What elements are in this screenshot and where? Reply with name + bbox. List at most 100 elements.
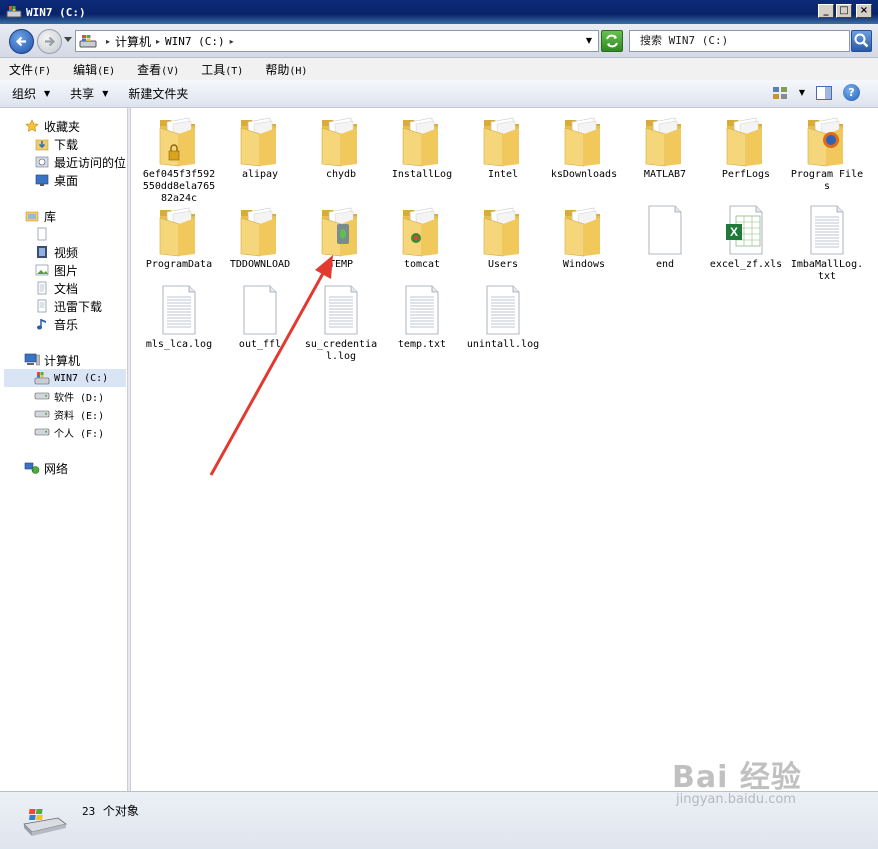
nav-documents[interactable]: 文档 bbox=[34, 279, 78, 297]
nav-libraries[interactable]: 库 bbox=[24, 207, 56, 225]
item-name: Windows bbox=[562, 259, 606, 270]
item-name: excel_zf.xls bbox=[709, 259, 783, 270]
forward-button[interactable] bbox=[37, 29, 62, 54]
item-count: 23 个对象 bbox=[82, 804, 139, 818]
chevron-right-icon[interactable]: ▸ bbox=[156, 37, 160, 46]
file-icon bbox=[238, 284, 282, 336]
view-dropdown-icon[interactable]: ▼ bbox=[799, 88, 805, 97]
hard-drive-icon bbox=[34, 424, 50, 440]
nav-pictures[interactable]: 图片 bbox=[34, 261, 78, 279]
address-dropdown-icon[interactable]: ▼ bbox=[586, 36, 592, 45]
folder-item[interactable]: Intel bbox=[464, 114, 542, 181]
breadcrumb-computer[interactable]: 计算机 bbox=[115, 33, 151, 50]
menu-file[interactable]: 文件(F) bbox=[6, 61, 54, 78]
folder-item[interactable]: 6ef045f3f592550dd8ela76582a24c bbox=[140, 114, 218, 205]
nav-music[interactable]: 音乐 bbox=[34, 315, 78, 333]
star-icon bbox=[24, 118, 40, 134]
maximize-button[interactable]: □ bbox=[836, 4, 852, 18]
menu-tools[interactable]: 工具(T) bbox=[198, 61, 246, 78]
music-icon bbox=[34, 316, 50, 332]
file-item[interactable]: out_ffl bbox=[221, 284, 299, 351]
minimize-button[interactable]: _ bbox=[818, 4, 834, 18]
search-button[interactable] bbox=[851, 30, 872, 52]
file-item[interactable]: unintall.log bbox=[464, 284, 542, 351]
folder-item[interactable]: ksDownloads bbox=[545, 114, 623, 181]
menu-view[interactable]: 查看(V) bbox=[134, 61, 182, 78]
folder-item[interactable]: alipay bbox=[221, 114, 299, 181]
preview-pane-icon bbox=[816, 85, 832, 100]
drive-icon bbox=[6, 6, 22, 18]
folder-item[interactable]: Program Files bbox=[788, 114, 866, 193]
close-button[interactable]: × bbox=[856, 4, 872, 18]
folder-item[interactable]: TDDOWNLOAD bbox=[221, 204, 299, 271]
file-icon bbox=[643, 204, 687, 256]
folder-item[interactable]: Users bbox=[464, 204, 542, 271]
pane-splitter[interactable] bbox=[128, 108, 131, 791]
document-icon bbox=[34, 226, 50, 242]
computer-icon bbox=[24, 352, 40, 368]
nav-network[interactable]: 网络 bbox=[24, 459, 68, 477]
nav-desktop[interactable]: 桌面 bbox=[34, 171, 78, 189]
nav-downloads[interactable]: 下载 bbox=[34, 135, 78, 153]
command-bar: 组织 ▼ 共享 ▼ 新建文件夹 ▼ ? bbox=[0, 80, 878, 108]
nav-videos[interactable]: 视频 bbox=[34, 243, 78, 261]
chevron-right-icon[interactable]: ▸ bbox=[230, 37, 234, 46]
preview-pane-button[interactable] bbox=[815, 85, 833, 101]
item-name: InstallLog bbox=[391, 169, 453, 180]
search-input[interactable]: 搜索 WIN7 (C:) bbox=[629, 30, 850, 52]
item-name: 6ef045f3f592550dd8ela76582a24c bbox=[142, 169, 216, 204]
file-item[interactable]: Xexcel_zf.xls bbox=[707, 204, 785, 271]
folder-item[interactable]: ProgramData bbox=[140, 204, 218, 271]
nav-drive-d[interactable]: 软件 (D:) bbox=[34, 387, 104, 405]
nav-drive-e[interactable]: 资料 (E:) bbox=[34, 405, 104, 423]
refresh-icon bbox=[606, 34, 618, 48]
item-name: Intel bbox=[487, 169, 519, 180]
back-button[interactable] bbox=[9, 29, 34, 54]
address-field[interactable]: ▸ 计算机 ▸ WIN7 (C:) ▸ ▼ bbox=[75, 30, 599, 52]
folder-icon bbox=[805, 114, 849, 167]
folder-icon bbox=[724, 114, 768, 167]
folder-item[interactable]: tomcat bbox=[383, 204, 461, 271]
nav-drive-f[interactable]: 个人 (F:) bbox=[34, 423, 104, 441]
menu-help[interactable]: 帮助(H) bbox=[262, 61, 310, 78]
organize-button[interactable]: 组织 ▼ bbox=[12, 85, 50, 102]
nav-drive-c[interactable]: WIN7 (C:) bbox=[4, 369, 126, 387]
item-name: Program Files bbox=[790, 169, 864, 192]
folder-item[interactable]: MATLAB7 bbox=[626, 114, 704, 181]
history-dropdown-icon[interactable] bbox=[64, 37, 72, 43]
folder-item[interactable]: Windows bbox=[545, 204, 623, 271]
menu-edit[interactable]: 编辑(E) bbox=[70, 61, 118, 78]
documents-icon bbox=[34, 298, 50, 314]
folder-item[interactable]: chydb bbox=[302, 114, 380, 181]
refresh-button[interactable] bbox=[601, 30, 623, 52]
new-folder-button[interactable]: 新建文件夹 bbox=[128, 85, 188, 102]
share-button[interactable]: 共享 ▼ bbox=[70, 85, 108, 102]
item-name: ProgramData bbox=[145, 259, 213, 270]
folder-icon bbox=[481, 114, 525, 167]
nav-library-blank[interactable] bbox=[34, 225, 54, 243]
view-tiles-icon bbox=[772, 86, 787, 99]
chevron-right-icon[interactable]: ▸ bbox=[106, 37, 110, 46]
file-item[interactable]: end bbox=[626, 204, 704, 271]
nav-recent-places[interactable]: 最近访问的位 bbox=[34, 153, 126, 171]
chevron-down-icon: ▼ bbox=[44, 89, 51, 98]
help-icon[interactable]: ? bbox=[843, 84, 860, 101]
file-item[interactable]: ImbaMallLog.txt bbox=[788, 204, 866, 283]
file-item[interactable]: temp.txt bbox=[383, 284, 461, 351]
change-view-button[interactable] bbox=[771, 85, 789, 101]
file-item[interactable]: mls_lca.log bbox=[140, 284, 218, 351]
item-name: Users bbox=[487, 259, 519, 270]
text-file-icon bbox=[319, 284, 363, 336]
nav-thunder-downloads[interactable]: 迅雷下载 bbox=[34, 297, 102, 315]
folder-item[interactable]: InstallLog bbox=[383, 114, 461, 181]
folder-item[interactable]: PerfLogs bbox=[707, 114, 785, 181]
folder-icon bbox=[238, 204, 282, 257]
video-icon bbox=[34, 244, 50, 260]
folder-item[interactable]: TEMP bbox=[302, 204, 380, 271]
download-folder-icon bbox=[34, 136, 50, 152]
folder-icon bbox=[400, 114, 444, 167]
breadcrumb-drive[interactable]: WIN7 (C:) bbox=[165, 35, 225, 48]
nav-computer[interactable]: 计算机 bbox=[24, 351, 80, 369]
file-item[interactable]: su_credential.log bbox=[302, 284, 380, 363]
nav-favorites[interactable]: 收藏夹 bbox=[24, 117, 80, 135]
